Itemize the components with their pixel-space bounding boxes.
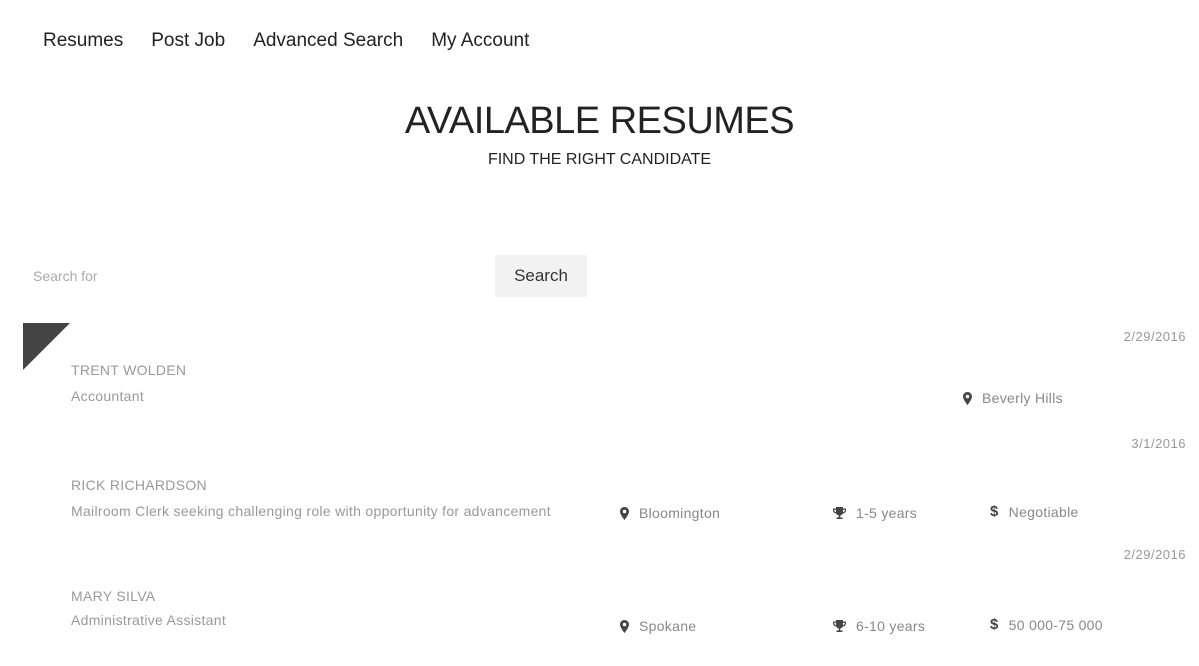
salary-text: 50 000-75 000 <box>1008 616 1103 633</box>
resume-name[interactable]: TRENT WOLDEN <box>71 362 186 378</box>
resume-experience: 1-5 years <box>833 505 917 521</box>
top-nav: Resumes Post Job Advanced Search My Acco… <box>43 30 529 52</box>
location-text: Beverly Hills <box>982 390 1063 406</box>
resume-location: Beverly Hills <box>963 390 1063 406</box>
trophy-icon <box>833 619 846 632</box>
search-bar: Search <box>25 255 587 297</box>
resume-title: Mailroom Clerk seeking challenging role … <box>71 503 551 519</box>
search-input[interactable] <box>25 255 495 297</box>
resume-name[interactable]: MARY SILVA <box>71 588 155 604</box>
resume-date: 3/1/2016 <box>1131 436 1186 451</box>
resume-title: Accountant <box>71 388 145 404</box>
location-text: Spokane <box>639 618 697 634</box>
experience-text: 6-10 years <box>856 618 926 634</box>
hero: AVAILABLE RESUMES FIND THE RIGHT CANDIDA… <box>0 100 1199 169</box>
page-title: AVAILABLE RESUMES <box>404 100 795 142</box>
nav-post-job[interactable]: Post Job <box>151 30 225 52</box>
dollar-icon: $ <box>990 503 999 520</box>
nav-advanced-search[interactable]: Advanced Search <box>253 30 403 52</box>
map-pin-icon <box>620 506 629 520</box>
map-pin-icon <box>963 391 972 405</box>
page-subtitle: FIND THE RIGHT CANDIDATE <box>487 151 712 168</box>
trophy-icon <box>833 506 846 519</box>
search-button[interactable]: Search <box>495 255 587 297</box>
salary-text: Negotiable <box>1008 503 1079 520</box>
resume-item[interactable]: 3/1/2016 RICK RICHARDSON Mailroom Clerk … <box>0 432 1199 542</box>
resume-experience: 6-10 years <box>833 618 925 634</box>
resume-salary: $ 50 000-75 000 <box>990 616 1103 633</box>
resume-item[interactable]: 2/29/2016 TRENT WOLDEN Accountant Beverl… <box>0 325 1199 435</box>
resume-title: Administrative Assistant <box>71 612 227 628</box>
resume-date: 2/29/2016 <box>1123 547 1186 562</box>
dollar-icon: $ <box>990 616 999 633</box>
experience-text: 1-5 years <box>856 505 918 521</box>
resume-date: 2/29/2016 <box>1123 329 1186 344</box>
map-pin-icon <box>620 619 629 633</box>
location-text: Bloomington <box>639 505 721 521</box>
resume-location: Spokane <box>620 618 696 634</box>
nav-resumes[interactable]: Resumes <box>43 30 123 52</box>
resume-name[interactable]: RICK RICHARDSON <box>71 477 207 493</box>
nav-my-account[interactable]: My Account <box>431 30 529 52</box>
resume-location: Bloomington <box>620 505 720 521</box>
resume-salary: $ Negotiable <box>990 503 1079 520</box>
resume-item[interactable]: 2/29/2016 MARY SILVA Administrative Assi… <box>0 543 1199 653</box>
